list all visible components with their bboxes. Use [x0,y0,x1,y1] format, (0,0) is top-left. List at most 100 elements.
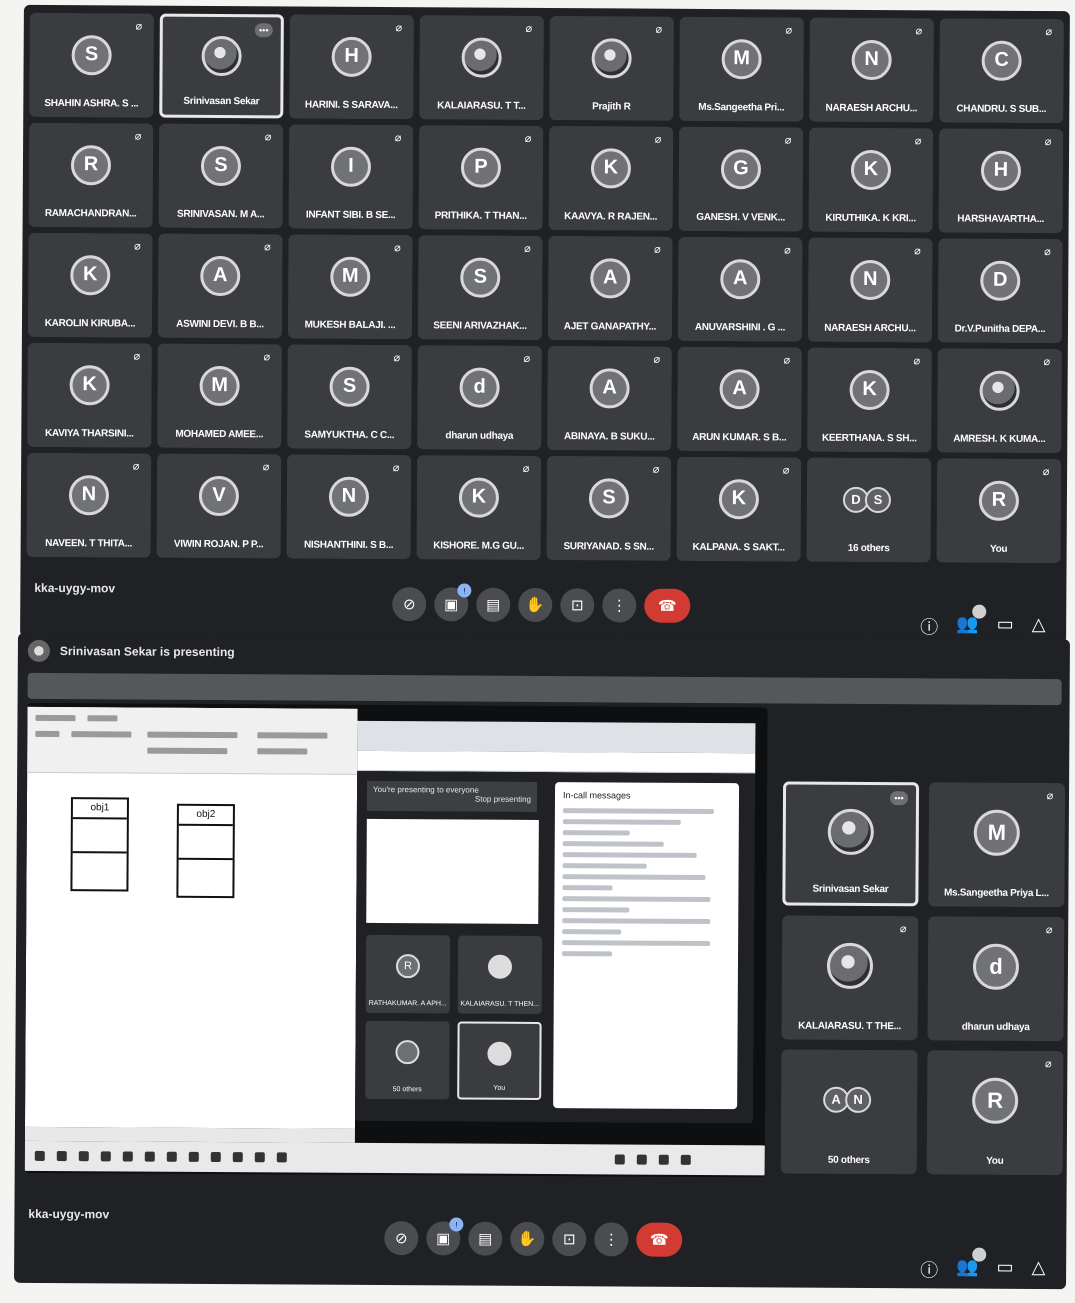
people-count [972,604,987,619]
participant-tile[interactable]: K KAAVYA. R RAJEN... ⌀ [548,126,674,231]
muted-mic-icon: ⌀ [782,464,790,477]
participant-tile[interactable]: K KIRUTHIKA. K KRI... ⌀ [808,127,934,233]
participant-tile[interactable]: N NARAESH ARCHU... ⌀ [807,237,933,343]
participant-tile[interactable]: S SRINIVASAN. M A... ⌀ [158,123,284,229]
info-icon[interactable]: ⓘ [920,613,938,639]
info-icon[interactable]: ⓘ [920,1256,938,1282]
participant-tile[interactable]: M MUKESH BALAJI. ... ⌀ [287,234,413,340]
muted-mic-icon: ⌀ [522,462,530,475]
muted-mic-icon: ⌀ [654,133,662,146]
participant-tile[interactable]: AMRESH. K KUMA... ⌀ [937,348,1062,454]
initial-avatar: S [588,477,630,519]
captions-icon[interactable]: ▤ [468,1221,503,1256]
participant-tile[interactable]: H HARSHAVARTHA... ⌀ [938,128,1064,234]
mic-off-icon[interactable]: ⊘ [392,587,427,622]
participant-tile[interactable]: N NARAESH ARCHU... ⌀ [809,17,934,123]
present-icon[interactable]: ⊡ [552,1222,587,1257]
activities-icon[interactable]: △ [1031,1257,1046,1283]
participant-tile[interactable]: Srinivasan Sekar ••• [159,13,284,119]
muted-mic-icon: ⌀ [784,134,792,147]
muted-mic-icon: ⌀ [524,132,532,145]
participant-name: NARAESH ARCHU... [824,322,916,335]
camera-off-icon[interactable]: ▣! [426,1217,464,1256]
leave-call-icon[interactable]: ☎ [636,1222,683,1257]
muted-mic-icon: ⌀ [524,242,531,255]
participant-tile[interactable]: S SURIYANAD. S SN... ⌀ [546,456,672,561]
more-options-icon[interactable]: ⋮ [594,1222,629,1257]
participant-tile[interactable]: R You ⌀ [926,1050,1064,1176]
participant-tile[interactable]: Srinivasan Sekar ••• [782,781,920,907]
participant-tile[interactable]: S SHAHIN ASHRA. S ... ⌀ [29,12,154,118]
participant-tile[interactable]: D Dr.V.Punitha DEPA... ⌀ [937,238,1063,344]
more-options-icon[interactable]: ••• [254,23,273,38]
raise-hand-icon[interactable]: ✋ [510,1221,545,1257]
participant-tile[interactable]: N NISHANTHINI. S B... ⌀ [286,454,412,560]
participant-tile[interactable]: KALAIARASU. T THE... ⌀ [781,915,919,1041]
participant-tile[interactable]: M MOHAMED AMEE... ⌀ [157,343,282,449]
muted-mic-icon: ⌀ [1044,246,1051,259]
participant-name: PRITHIKA. T THAN... [434,210,527,222]
camera-off-icon[interactable]: ▣! [434,583,472,622]
chat-icon[interactable]: ▭ [997,614,1014,640]
participant-tile[interactable]: A ARUN KUMAR. S B... ⌀ [677,346,802,452]
participant-tile[interactable]: K KALPANA. S SAKT... ⌀ [676,456,802,562]
captions-icon[interactable]: ▤ [476,587,511,622]
participant-tile[interactable]: V VIWIN ROJAN. P P... ⌀ [156,453,282,559]
participant-tile[interactable]: A ANUVARSHINI . G ... ⌀ [677,236,803,342]
profile-photo-avatar [827,808,874,856]
participant-tile[interactable]: R RAMACHANDRAN... ⌀ [28,122,154,228]
mic-off-icon[interactable]: ⊘ [384,1221,419,1256]
participant-tile[interactable]: A AJET GANAPATHY... ⌀ [547,236,673,341]
participant-tile[interactable]: C CHANDRU. S SUB... ⌀ [939,18,1064,124]
people-icon[interactable]: 👥 [956,604,987,640]
initial-avatar: S [329,366,370,407]
chat-icon[interactable]: ▭ [996,1257,1014,1283]
stop-presenting-button[interactable]: Stop presenting [475,795,531,804]
participant-name: ASWINI DEVI. B B... [176,318,264,331]
more-options-icon[interactable]: ⋮ [602,588,637,623]
participant-tile[interactable]: A ABINAYA. B SUKU... ⌀ [547,346,672,451]
participant-tile[interactable]: S SAMYUKTHA. C C... ⌀ [287,344,412,450]
participant-tile[interactable]: Prajith R ⌀ [549,16,674,121]
participant-tile[interactable]: P PRITHIKA. T THAN... ⌀ [418,125,544,230]
initial-avatar: V [198,475,240,516]
more-options-icon[interactable]: ••• [889,791,909,806]
participant-tile[interactable]: d dharun udhaya ⌀ [417,345,542,450]
activities-icon[interactable]: △ [1032,614,1046,640]
people-icon[interactable]: 👥 [956,1247,987,1283]
initial-avatar: S [200,145,242,186]
participant-name: KISHORE. M.G GU... [433,540,525,552]
participant-name: KEERTHANA. S SH... [821,432,917,445]
participant-tile[interactable]: S SEENI ARIVAZHAK... ⌀ [417,235,543,340]
muted-mic-icon: ⌀ [899,923,907,936]
initial-avatar: C [981,40,1022,81]
participant-tile[interactable]: K KEERTHANA. S SH... ⌀ [807,347,932,453]
participant-name: KAAVYA. R RAJEN... [564,211,658,223]
participant-tile[interactable]: d dharun udhaya ⌀ [927,916,1065,1042]
participant-tile[interactable]: M Ms.Sangeetha Priya L... ⌀ [928,782,1066,908]
participant-tile[interactable]: K KAVIYA THARSINI... ⌀ [27,342,152,448]
participant-tile[interactable]: K KAROLIN KIRUBA... ⌀ [27,232,153,338]
raise-hand-icon[interactable]: ✋ [518,587,553,623]
participant-tile[interactable]: G GANESH. V VENK... ⌀ [678,126,804,232]
participant-tile[interactable]: A N 50 others [780,1049,918,1175]
participant-tile[interactable]: K KISHORE. M.G GU... ⌀ [416,455,542,560]
participant-name: INFANT SIBI. B SE... [305,209,396,222]
participant-tile[interactable]: KALAIARASU. T T... ⌀ [419,15,544,120]
participant-tile[interactable]: R You ⌀ [936,458,1062,564]
object-label: obj1 [72,799,127,820]
participant-tile[interactable]: D S 16 others [806,457,932,563]
participant-tile[interactable]: A ASWINI DEVI. B B... ⌀ [157,233,283,339]
participant-tile[interactable]: H HARINI. S SARAVA... ⌀ [289,14,414,120]
present-icon[interactable]: ⊡ [560,588,595,623]
participant-name: MUKESH BALAJI. ... [304,319,396,332]
participant-name: AMRESH. K KUMA... [953,433,1046,446]
participant-tile[interactable]: N NAVEEN. T THITA... ⌀ [26,452,152,558]
participant-name: SHAHIN ASHRA. S ... [44,97,139,110]
chat-panel: In-call messages [553,782,740,1110]
participant-name: You [986,1155,1004,1167]
participant-tile[interactable]: I INFANT SIBI. B SE... ⌀ [288,124,414,230]
participant-tile[interactable]: M Ms.Sangeetha Pri... ⌀ [679,16,804,122]
leave-call-icon[interactable]: ☎ [644,588,691,623]
shared-screen[interactable]: obj1 obj2 You're presenting to everyone … [24,702,768,1178]
